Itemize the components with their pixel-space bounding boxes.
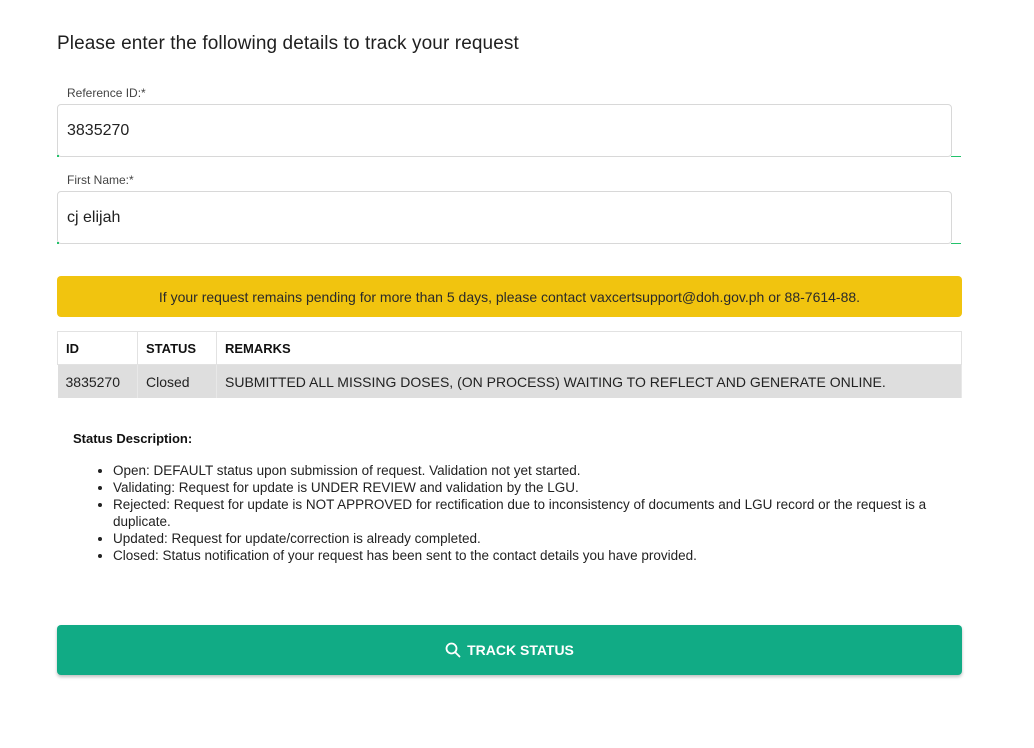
list-item: Closed: Status notification of your requ… bbox=[113, 547, 983, 564]
column-header-remarks: REMARKS bbox=[216, 331, 962, 365]
search-icon bbox=[445, 642, 461, 658]
reference-id-input[interactable] bbox=[67, 105, 937, 156]
track-status-button[interactable]: TRACK STATUS bbox=[57, 625, 962, 675]
cell-id: 3835270 bbox=[57, 364, 138, 398]
list-item: Open: DEFAULT status upon submission of … bbox=[113, 462, 983, 479]
status-description-list: Open: DEFAULT status upon submission of … bbox=[73, 462, 983, 564]
first-name-label: First Name:* bbox=[67, 173, 134, 187]
first-name-input[interactable] bbox=[67, 192, 937, 243]
list-item: Rejected: Request for update is NOT APPR… bbox=[113, 496, 983, 530]
table-row: 3835270 Closed SUBMITTED ALL MISSING DOS… bbox=[57, 364, 962, 398]
table-header-row: ID STATUS REMARKS bbox=[57, 331, 962, 365]
list-item: Validating: Request for update is UNDER … bbox=[113, 479, 983, 496]
status-description-title: Status Description: bbox=[73, 431, 193, 446]
track-status-label: TRACK STATUS bbox=[467, 642, 574, 658]
pending-notice-banner: If your request remains pending for more… bbox=[57, 276, 962, 317]
reference-id-label: Reference ID:* bbox=[67, 86, 146, 100]
list-item: Updated: Request for update/correction i… bbox=[113, 530, 983, 547]
column-header-status: STATUS bbox=[137, 331, 217, 365]
reference-id-field bbox=[57, 104, 961, 157]
status-table: ID STATUS REMARKS 3835270 Closed SUBMITT… bbox=[57, 331, 962, 398]
page-title: Please enter the following details to tr… bbox=[57, 33, 519, 54]
cell-remarks: SUBMITTED ALL MISSING DOSES, (ON PROCESS… bbox=[216, 364, 962, 398]
column-header-id: ID bbox=[57, 331, 138, 365]
first-name-field bbox=[57, 191, 961, 244]
cell-status: Closed bbox=[137, 364, 217, 398]
